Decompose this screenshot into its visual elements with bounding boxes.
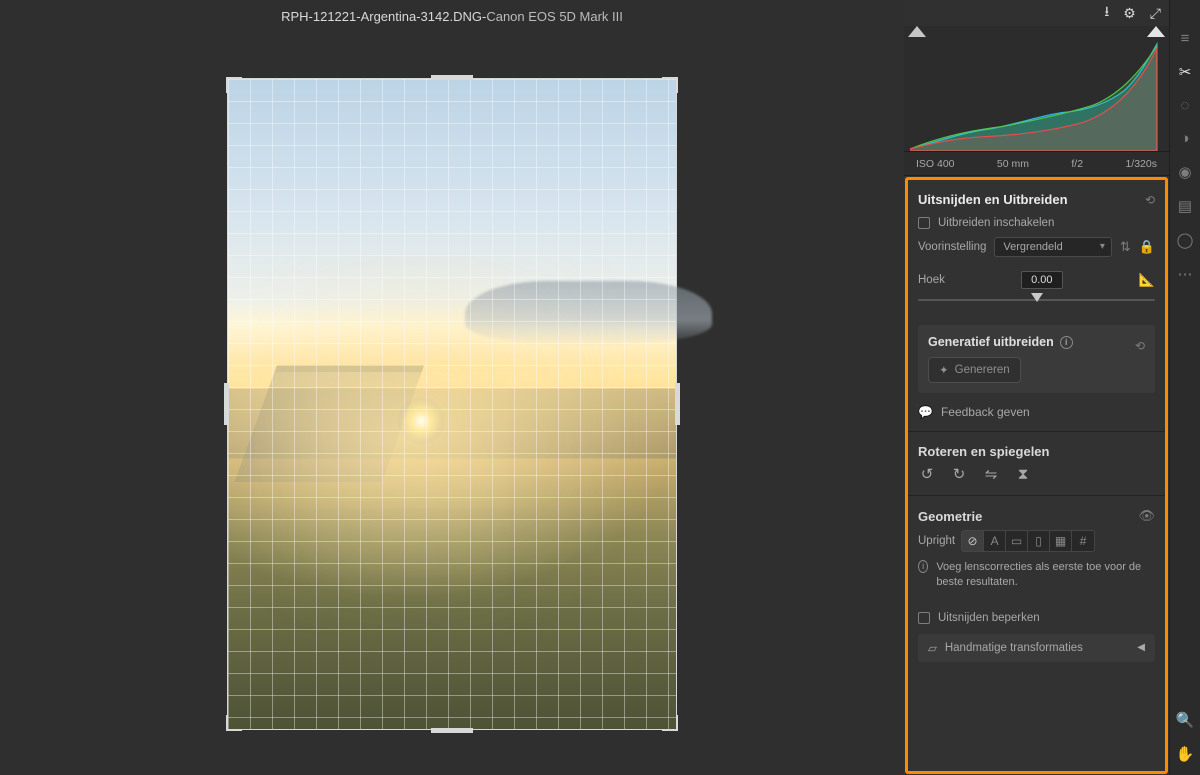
angle-row: Hoek 📐 [918,271,1155,289]
crop-handle-bottom[interactable] [431,728,473,733]
upright-row: Upright ⊘ A ▭ ▯ ▦ # [918,530,1155,552]
title-bar: RPH-121221-Argentina-3142.DNG - Canon EO… [0,0,904,33]
crop-corner-tl[interactable] [226,77,242,93]
upright-auto-icon[interactable]: A [984,531,1006,551]
haze-glow [228,372,676,600]
upright-full-icon[interactable]: ▦ [1050,531,1072,551]
heal-tool-icon[interactable]: ◌ [1181,97,1190,114]
feedback-label: Feedback geven [941,405,1030,419]
crop-frame[interactable] [227,78,677,730]
sun-glow [398,398,444,444]
transform-icon: ▱ [928,641,937,655]
manual-transform-toggle[interactable]: ▱ Handmatige transformaties ◀ [918,634,1155,662]
gear-icon[interactable]: ⚙ [1123,5,1136,22]
shutter-label: 1/320s [1125,158,1157,170]
flip-horizontal-icon[interactable]: ⇋ [982,465,1000,483]
right-sidebar: ⭳ ⚙ ⤢ ISO 400 50 mm f/2 1/320s [904,0,1200,775]
generative-heading: Generatief uitbreiden i [928,335,1073,349]
upright-off-icon[interactable]: ⊘ [962,531,984,551]
feedback-link[interactable]: 💬 Feedback geven [918,405,1155,419]
crop-panel-title: Uitsnijden en Uitbreiden [918,192,1068,207]
highlight-clip-indicator[interactable] [1147,26,1165,37]
extend-checkbox[interactable] [918,217,930,229]
focal-label: 50 mm [997,158,1029,170]
histogram-plot [910,40,1163,151]
crop-tool-icon[interactable]: ✂ [1179,63,1192,81]
upright-guided-icon[interactable]: # [1072,531,1094,551]
exposure-meta: ISO 400 50 mm f/2 1/320s [904,152,1169,176]
eye-icon[interactable]: 👁 [1138,508,1155,524]
extend-checkbox-row[interactable]: Uitbreiden inschakelen [918,217,1155,229]
crop-handle-left[interactable] [224,383,229,425]
geometry-heading: Geometrie [918,509,982,524]
rotate-cw-icon[interactable]: ↻ [950,465,968,483]
angle-slider[interactable] [918,293,1155,307]
info-icon[interactable]: i [1060,336,1073,349]
generative-reset-icon[interactable]: ⟲ [1135,339,1145,353]
hand-tool-icon[interactable]: ✋ [1176,745,1195,763]
aspect-preset-select[interactable]: Vergrendeld [994,237,1112,257]
shadow-clip-indicator[interactable] [908,26,926,37]
expand-icon[interactable]: ⤢ [1150,5,1161,22]
toolstrip: ≡ ✂ ◌ ◑ ◉ ▤ ◯ ⋯ 🔍 ✋ [1170,0,1200,775]
lens-hint: i Voeg lenscorrecties als eerste toe voo… [918,560,1155,590]
preset-label: Voorinstelling [918,241,986,253]
aperture-label: f/2 [1071,158,1083,170]
generate-button[interactable]: ✦ Genereren [928,357,1021,383]
constrain-label: Uitsnijden beperken [938,612,1040,624]
file-name: RPH-121221-Argentina-3142.DNG [281,9,482,24]
lens-hint-text: Voeg lenscorrecties als eerste toe voor … [936,560,1155,590]
crop-panel-header: Uitsnijden en Uitbreiden ⟲ [918,192,1155,207]
angle-slider-knob[interactable] [1031,293,1043,302]
angle-input[interactable] [1021,271,1063,289]
crop-corner-tr[interactable] [662,77,678,93]
swap-orientation-icon[interactable]: ⇅ [1120,239,1131,255]
angle-label: Hoek [918,274,945,286]
sparkle-icon: ✦ [939,363,949,377]
rotate-flip-buttons: ↺ ↻ ⇋ ⧗ [918,465,1155,483]
crop-handle-right[interactable] [675,383,680,425]
versions-icon[interactable]: ◯ [1177,231,1194,249]
rotate-ccw-icon[interactable]: ↺ [918,465,936,483]
constrain-checkbox[interactable] [918,612,930,624]
speech-bubble-icon: 💬 [918,405,933,419]
rotate-heading: Roteren en spiegelen [918,444,1155,459]
iso-label: ISO 400 [916,158,955,170]
chevron-left-icon: ◀ [1137,642,1145,653]
constrain-row[interactable]: Uitsnijden beperken [918,612,1155,624]
panel-column: ⭳ ⚙ ⤢ ISO 400 50 mm f/2 1/320s [904,0,1170,775]
redeye-tool-icon[interactable]: ◉ [1178,163,1191,181]
generate-label: Genereren [955,364,1010,376]
crop-handle-top[interactable] [431,75,473,80]
crop-reset-icon[interactable]: ⟲ [1145,193,1155,207]
camera-model: Canon EOS 5D Mark III [486,9,623,24]
manual-transform-label: Handmatige transformaties [945,642,1083,654]
cloud-shape [465,281,711,346]
canvas-area[interactable] [0,33,904,775]
upright-level-icon[interactable]: ▭ [1006,531,1028,551]
crop-corner-bl[interactable] [226,715,242,731]
upright-label: Upright [918,535,955,547]
crop-panels-group: Uitsnijden en Uitbreiden ⟲ Uitbreiden in… [905,177,1168,774]
more-icon[interactable]: ⋯ [1178,265,1193,283]
panel-window-controls: ⭳ ⚙ ⤢ [904,0,1169,26]
presets-icon[interactable]: ▤ [1178,197,1192,215]
export-icon[interactable]: ⭳ [1104,1,1109,25]
mask-tool-icon[interactable]: ◑ [1180,130,1189,147]
upright-vertical-icon[interactable]: ▯ [1028,531,1050,551]
crop-corner-br[interactable] [662,715,678,731]
straighten-icon[interactable]: 📐 [1139,272,1155,288]
flip-vertical-icon[interactable]: ⧗ [1014,465,1032,483]
info-icon: i [918,560,928,573]
sliders-icon[interactable]: ≡ [1181,30,1190,47]
lock-icon[interactable]: 🔒 [1139,239,1155,255]
extend-label: Uitbreiden inschakelen [938,217,1054,229]
generative-extend-block: Generatief uitbreiden i ⟲ ✦ Genereren [918,325,1155,393]
upright-mode-buttons: ⊘ A ▭ ▯ ▦ # [961,530,1095,552]
histogram[interactable] [904,26,1169,152]
zoom-tool-icon[interactable]: 🔍 [1176,711,1195,729]
preset-row: Voorinstelling Vergrendeld ⇅ 🔒 [918,237,1155,257]
